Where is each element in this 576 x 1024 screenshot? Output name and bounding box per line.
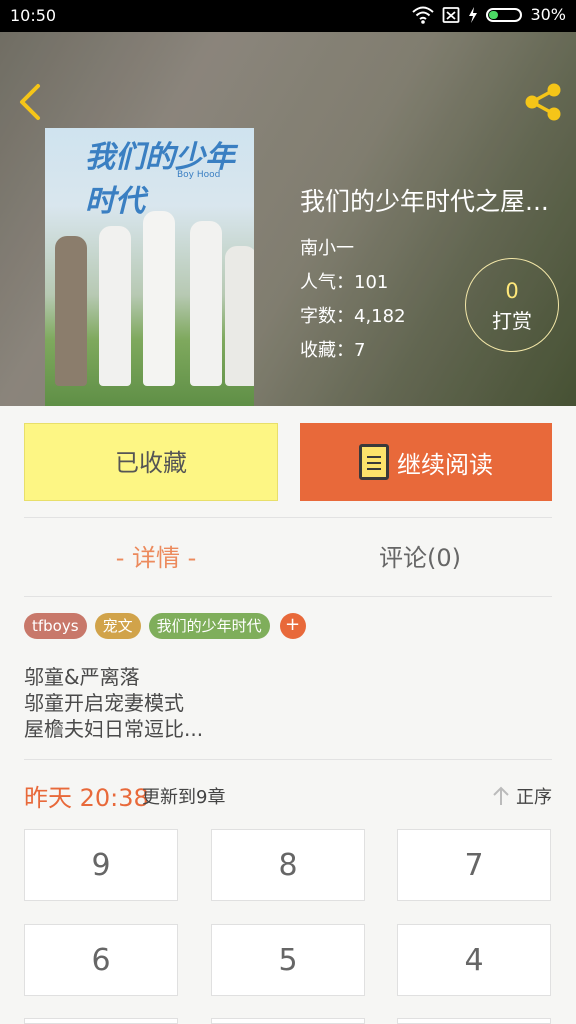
sort-order-label: 正序 [516, 787, 552, 808]
back-button[interactable] [14, 82, 50, 122]
update-row: 昨天 20:38 更新到9章 正序 [24, 778, 552, 812]
cover-title: 我们的少年时代 [85, 140, 235, 219]
description-line: 邬童&严离落 [24, 665, 140, 689]
tag-list: tfboys 宠文 我们的少年时代 + [24, 613, 306, 639]
chapter-button[interactable]: 8 [211, 829, 365, 901]
divider [24, 759, 552, 760]
status-time: 10:50 [10, 6, 57, 25]
share-icon [525, 83, 561, 121]
share-button[interactable] [522, 82, 566, 122]
battery-icon [486, 7, 523, 22]
chapter-button[interactable]: 4 [397, 924, 551, 996]
book-header: 我们的少年时代 Boy Hood 我们的少年时代之屋... 南小一 人气：101… [0, 32, 576, 406]
cover-figure [225, 246, 254, 386]
battery-percent: 30% [530, 5, 566, 24]
reward-label: 打赏 [492, 309, 532, 333]
divider [24, 596, 552, 597]
tab-comments[interactable]: 评论(0) [288, 520, 552, 596]
chapter-button[interactable] [24, 1018, 178, 1024]
wifi-icon [412, 6, 435, 24]
update-chapter: 更新到9章 [142, 787, 226, 808]
chevron-left-icon [20, 84, 40, 120]
status-icons: 30% [412, 5, 566, 24]
sort-order-button[interactable]: 正序 [492, 783, 552, 809]
tab-detail[interactable]: - 详情 - [24, 520, 288, 596]
collected-button[interactable]: 已收藏 [24, 423, 278, 501]
arrow-up-icon [493, 786, 509, 805]
book-description: 邬童&严离落 邬童开启宠妻模式 屋檐夫妇日常逗比... [24, 664, 203, 742]
update-time: 昨天 20:38 [24, 784, 149, 812]
divider [24, 517, 552, 518]
cover-figure [99, 226, 131, 386]
add-tag-button[interactable]: + [279, 613, 306, 639]
reward-button[interactable]: 0 打赏 [465, 258, 559, 352]
tag-chip[interactable]: 宠文 [94, 613, 141, 639]
battery-level [489, 10, 499, 19]
chapter-button[interactable] [211, 1018, 365, 1024]
tag-chip[interactable]: tfboys [24, 613, 87, 639]
reward-count: 0 [505, 279, 519, 303]
chapter-button[interactable]: 7 [397, 829, 551, 901]
continue-reading-label: 继续阅读 [397, 450, 493, 479]
book-icon [359, 444, 389, 480]
chapter-button[interactable]: 5 [211, 924, 365, 996]
description-line: 邬童开启宠妻模式 [24, 691, 184, 715]
description-line: 屋檐夫妇日常逗比... [24, 717, 204, 741]
cover-figure [190, 221, 222, 386]
cover-figure [143, 211, 175, 386]
cover-figure [55, 236, 87, 386]
cover-subtitle: Boy Hood [177, 170, 221, 180]
charging-icon [469, 6, 478, 23]
chapter-button[interactable]: 9 [24, 829, 178, 901]
chapter-button[interactable] [397, 1018, 551, 1024]
status-bar: 10:50 30% [0, 0, 576, 32]
book-title: 我们的少年时代之屋... [300, 187, 549, 216]
book-cover[interactable]: 我们的少年时代 Boy Hood [45, 128, 254, 406]
tag-chip[interactable]: 我们的少年时代 [148, 613, 270, 639]
sim-off-icon [443, 6, 460, 23]
continue-reading-button[interactable]: 继续阅读 [300, 423, 552, 501]
book-author: 南小一 [300, 238, 354, 259]
chapter-button[interactable]: 6 [24, 924, 178, 996]
